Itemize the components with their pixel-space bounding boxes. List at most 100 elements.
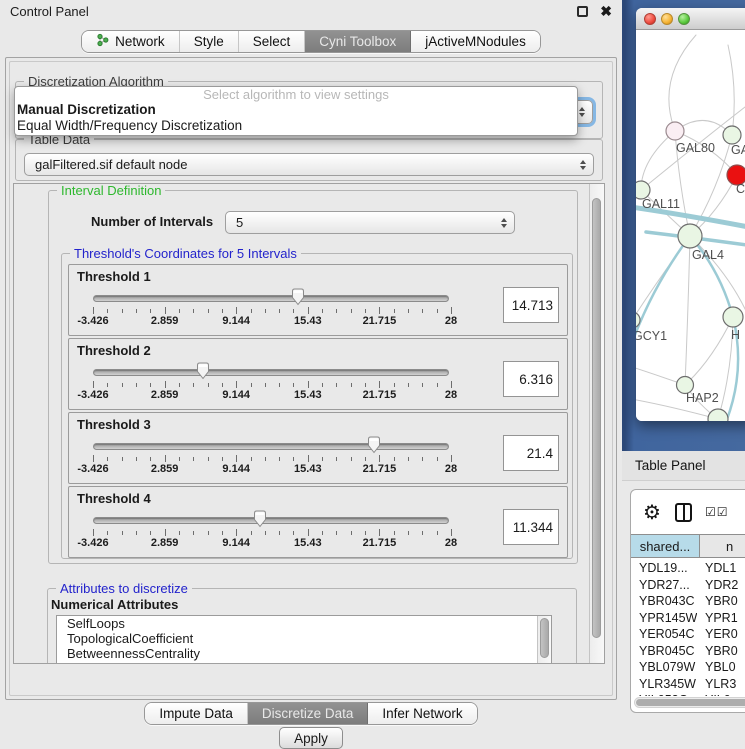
node-label: GAL11 [642, 197, 680, 211]
table-row[interactable]: YPR145WYPR1 [631, 610, 745, 627]
list-scrollbar[interactable] [537, 616, 551, 664]
settings-scroll-area: Interval Definition Number of Intervals … [13, 183, 605, 664]
network-edge [728, 45, 734, 135]
minimize-traffic-light-icon[interactable] [661, 13, 673, 25]
node-label: GCY1 [636, 329, 667, 343]
tab-infer-network[interactable]: Infer Network [368, 703, 476, 724]
table-data-combo[interactable]: galFiltered.sif default node [24, 153, 594, 176]
network-view-window[interactable]: GAL80GACGAL11GAL4GCY1HHAP2 [636, 8, 745, 421]
slider-tick-labels: -3.4262.8599.14415.4321.71528 [93, 537, 451, 549]
node-label: C [736, 182, 745, 196]
table-panel-titlebar: Table Panel [622, 451, 745, 481]
number-of-intervals-value: 5 [236, 215, 243, 230]
table-row[interactable]: YDL19...YDL1 [631, 560, 745, 577]
column-header[interactable]: shared... [631, 535, 700, 557]
split-columns-icon[interactable] [675, 503, 692, 522]
number-of-intervals-combo[interactable]: 5 [225, 211, 515, 234]
cyni-toolbox-panel: Discretization Algorithm Table Data galF… [5, 57, 617, 700]
slider-tick-labels: -3.4262.8599.14415.4321.71528 [93, 389, 451, 401]
tab-select[interactable]: Select [239, 31, 306, 52]
slider-track[interactable] [93, 295, 449, 302]
algorithm-prompt: Select algorithm to view settings [15, 87, 577, 102]
slider-thumb-icon[interactable] [196, 362, 211, 380]
network-node[interactable] [708, 409, 728, 421]
combo-stepper-icon [501, 212, 507, 233]
table-data-group: Table Data galFiltered.sif default node [15, 139, 603, 181]
node-table: ⚙ ☑☑ shared...n YDL19...YDL1YDR27...YDR2… [630, 489, 745, 713]
group-title: Attributes to discretize [56, 581, 192, 596]
network-node[interactable] [678, 224, 702, 248]
top-tab-bar: Network Style Select Cyni Toolbox jActiveMNo… [0, 30, 622, 53]
table-row[interactable]: YBL079WYBL0 [631, 659, 745, 676]
slider-ticks [93, 455, 451, 463]
tab-label: Style [194, 34, 224, 49]
slider-thumb-icon[interactable] [253, 510, 268, 528]
main-scrollbar[interactable] [589, 184, 604, 663]
apply-button[interactable]: Apply [279, 727, 343, 749]
slider-ticks [93, 307, 451, 315]
node-label: HAP2 [686, 391, 719, 405]
table-row[interactable]: YLR345WYLR3 [631, 676, 745, 693]
network-canvas[interactable]: GAL80GACGAL11GAL4GCY1HHAP2 [636, 30, 745, 421]
network-node[interactable] [666, 122, 684, 140]
column-header[interactable]: n [700, 535, 745, 557]
tab-style[interactable]: Style [180, 31, 239, 52]
network-edge [669, 35, 696, 131]
algorithm-option[interactable]: Equal Width/Frequency Discretization [15, 118, 577, 134]
threshold-slider[interactable]: -3.4262.8599.14415.4321.7152814.713 [69, 265, 567, 335]
interval-definition-group: Interval Definition Number of Intervals … [48, 190, 578, 564]
network-icon [96, 33, 109, 50]
tab-label: Network [115, 34, 165, 49]
slider-thumb-icon[interactable] [291, 288, 306, 306]
numerical-attributes-list[interactable]: SelfLoopsTopologicalCoefficientBetweenne… [56, 615, 552, 664]
select-columns-icon[interactable]: ☑☑ [705, 505, 729, 519]
network-window-titlebar [636, 8, 745, 30]
slider-track[interactable] [93, 443, 449, 450]
float-window-icon[interactable] [577, 6, 588, 17]
slider-track[interactable] [93, 369, 449, 376]
close-icon[interactable]: ✖ [600, 6, 612, 17]
table-row[interactable]: YIL052CYIL0 [631, 692, 745, 696]
zoom-traffic-light-icon[interactable] [678, 13, 690, 25]
table-row[interactable]: YDR27...YDR2 [631, 577, 745, 594]
table-panel-area: ⚙ ☑☑ shared...n YDL19...YDL1YDR27...YDR2… [622, 481, 745, 745]
attribute-item[interactable]: BetweennessCentrality [57, 646, 551, 661]
threshold-slider[interactable]: -3.4262.8599.14415.4321.7152821.4 [69, 413, 567, 483]
threshold-value-field[interactable]: 21.4 [503, 435, 559, 471]
threshold-slider[interactable]: -3.4262.8599.14415.4321.71528 6.316 [69, 339, 567, 409]
threshold-slider[interactable]: -3.4262.8599.14415.4321.71528 11.344 [69, 487, 567, 557]
node-label: GAL4 [692, 248, 724, 262]
threshold-1-box: Threshold 1-3.4262.8599.14415.4321.71528… [68, 264, 568, 336]
threshold-value-field[interactable]: 14.713 [503, 287, 559, 323]
table-row[interactable]: YER054CYER0 [631, 626, 745, 643]
combo-stepper-icon [580, 154, 586, 175]
threshold-2-box: Threshold 2-3.4262.8599.14415.4321.71528… [68, 338, 568, 410]
node-label: GAL80 [676, 141, 715, 155]
network-edge [685, 236, 690, 385]
attribute-item[interactable]: SelfLoops [57, 616, 551, 631]
slider-track[interactable] [93, 517, 449, 524]
threshold-3-box: Threshold 3-3.4262.8599.14415.4321.71528… [68, 412, 568, 484]
attribute-item[interactable]: TopologicalCoefficient [57, 631, 551, 646]
network-node[interactable] [723, 126, 741, 144]
tab-label: Cyni Toolbox [319, 34, 396, 49]
gear-icon[interactable]: ⚙ [643, 500, 661, 526]
threshold-value-field[interactable]: 6.316 [503, 361, 559, 397]
tab-impute-data[interactable]: Impute Data [145, 703, 248, 724]
tab-cyni-toolbox[interactable]: Cyni Toolbox [305, 31, 411, 52]
table-row[interactable]: YBR045CYBR0 [631, 643, 745, 660]
tab-network[interactable]: Network [82, 31, 180, 52]
table-horizontal-scrollbar[interactable] [634, 697, 745, 708]
slider-thumb-icon[interactable] [367, 436, 382, 454]
network-node[interactable] [723, 307, 743, 327]
tab-discretize-data[interactable]: Discretize Data [248, 703, 369, 724]
threshold-value-field[interactable]: 11.344 [503, 509, 559, 545]
algorithm-dropdown-popup: Select algorithm to view settings Manual… [14, 86, 578, 136]
node-label: GA [731, 143, 745, 157]
table-row[interactable]: YBR043CYBR0 [631, 593, 745, 610]
thresholds-group: Threshold's Coordinates for 5 Intervals … [61, 253, 573, 559]
algorithm-option[interactable]: Manual Discretization [15, 102, 577, 118]
tab-jactivemnodules[interactable]: jActiveMNodules [411, 31, 540, 52]
close-traffic-light-icon[interactable] [644, 13, 656, 25]
bottom-tab-bar: Impute DataDiscretize DataInfer Network [0, 702, 622, 725]
